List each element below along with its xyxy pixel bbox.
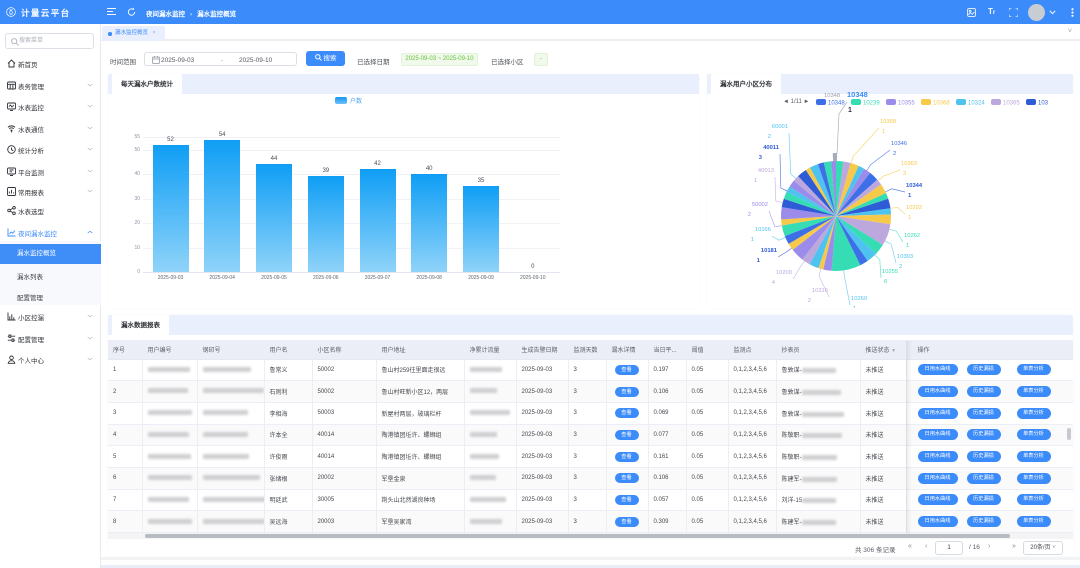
svg-text:10181: 10181 <box>761 248 778 254</box>
svg-text:40013: 40013 <box>758 168 774 174</box>
svg-text:10303: 10303 <box>897 254 913 260</box>
svg-text:1: 1 <box>751 237 754 243</box>
svg-text:1: 1 <box>908 193 912 199</box>
svg-text:10260: 10260 <box>851 296 867 302</box>
svg-text:10368: 10368 <box>880 119 896 125</box>
svg-text:1: 1 <box>754 178 757 184</box>
svg-text:10348: 10348 <box>847 90 868 99</box>
svg-text:40011: 40011 <box>763 145 780 151</box>
svg-text:10166: 10166 <box>755 227 771 233</box>
svg-text:10344: 10344 <box>906 183 923 189</box>
svg-text:2: 2 <box>748 212 751 218</box>
svg-text:10316: 10316 <box>812 288 828 294</box>
svg-text:4: 4 <box>772 280 776 286</box>
svg-text:10255: 10255 <box>882 269 898 275</box>
svg-text:2: 2 <box>768 134 771 140</box>
svg-text:3: 3 <box>903 171 906 177</box>
svg-text:3: 3 <box>759 155 763 161</box>
svg-text:6: 6 <box>884 279 887 285</box>
svg-text:1: 1 <box>853 306 856 308</box>
svg-text:1: 1 <box>848 107 852 114</box>
svg-text:10200: 10200 <box>776 270 792 276</box>
svg-text:1: 1 <box>757 258 761 264</box>
svg-text:10262: 10262 <box>904 233 920 239</box>
svg-text:2: 2 <box>893 151 896 157</box>
svg-text:10363: 10363 <box>901 161 917 167</box>
svg-text:2: 2 <box>899 264 902 270</box>
svg-text:10202: 10202 <box>906 205 922 211</box>
svg-text:1: 1 <box>906 243 909 249</box>
svg-text:1: 1 <box>908 215 911 221</box>
svg-text:2: 2 <box>808 298 811 304</box>
svg-text:50002: 50002 <box>752 202 768 208</box>
svg-text:10346: 10346 <box>891 141 907 147</box>
svg-text:60001: 60001 <box>772 124 788 130</box>
svg-text:1: 1 <box>882 129 885 135</box>
